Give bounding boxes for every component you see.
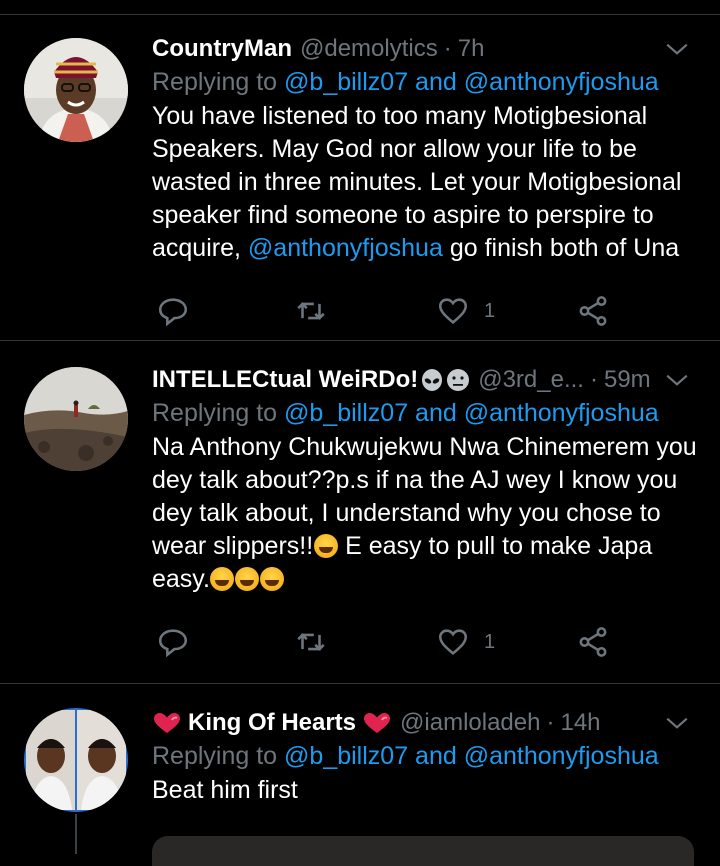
share-icon bbox=[579, 627, 607, 657]
alien-emoji-icon bbox=[422, 369, 443, 391]
tweet-text: You have listened to too many Motigbesio… bbox=[152, 100, 700, 265]
thread-line bbox=[75, 814, 77, 854]
replying-to: Replying to @b_billz07 and @anthonyfjosh… bbox=[152, 66, 700, 98]
chevron-down-icon[interactable] bbox=[664, 710, 690, 736]
display-name[interactable]: King Of Hearts bbox=[188, 708, 356, 738]
tweet-actions: 1 bbox=[152, 294, 622, 334]
share-icon bbox=[579, 296, 607, 326]
reply-user-link[interactable]: @anthonyfjoshua bbox=[464, 399, 659, 427]
replying-to: Replying to @b_billz07 and @anthonyfjosh… bbox=[152, 740, 700, 772]
display-name[interactable]: INTELLECtual WeiRDo! bbox=[152, 365, 418, 395]
chevron-down-icon[interactable] bbox=[664, 367, 690, 393]
user-handle[interactable]: @3rd_e... bbox=[478, 365, 584, 395]
chevron-down-icon[interactable] bbox=[664, 36, 690, 62]
reply-prefix: Replying to bbox=[152, 68, 278, 96]
tweet-header: King Of Hearts @iamloladeh · 14h bbox=[152, 708, 700, 738]
reply-and[interactable]: and bbox=[415, 68, 457, 96]
laughing-emoji-icon bbox=[210, 567, 235, 591]
like-icon bbox=[438, 298, 468, 324]
tweet-text: Beat him first bbox=[152, 774, 700, 807]
avatar[interactable] bbox=[24, 708, 128, 812]
reply-prefix: Replying to bbox=[152, 742, 278, 770]
display-name[interactable]: CountryMan bbox=[152, 34, 292, 64]
user-handle[interactable]: @demolytics bbox=[300, 34, 438, 64]
tweet-header: INTELLECtual WeiRDo! @3rd_e... · 59m bbox=[152, 365, 700, 395]
laughing-emoji-icon bbox=[313, 534, 338, 558]
reply-and[interactable]: and bbox=[415, 399, 457, 427]
separator-dot: · bbox=[443, 35, 452, 62]
heart-emoji-icon bbox=[364, 713, 391, 733]
user-handle[interactable]: @iamloladeh bbox=[400, 708, 540, 738]
retweet-icon bbox=[297, 633, 325, 651]
reply-user-link[interactable]: @b_billz07 bbox=[284, 68, 408, 96]
tweet-header: CountryMan @demolytics · 7h bbox=[152, 34, 700, 64]
like-count: 1 bbox=[484, 630, 496, 653]
avatar[interactable] bbox=[24, 38, 128, 142]
reply-user-link[interactable]: @anthonyfjoshua bbox=[464, 68, 659, 96]
timestamp[interactable]: 59m bbox=[604, 365, 651, 395]
reply-prefix: Replying to bbox=[152, 399, 278, 427]
tweet-actions: 1 bbox=[152, 625, 622, 665]
reply-user-link[interactable]: @b_billz07 bbox=[284, 399, 408, 427]
reply-user-link[interactable]: @b_billz07 bbox=[284, 742, 408, 770]
timestamp[interactable]: 14h bbox=[560, 708, 600, 738]
separator-dot: · bbox=[546, 709, 555, 736]
retweet-button[interactable] bbox=[294, 625, 328, 659]
reply-and[interactable]: and bbox=[415, 742, 457, 770]
avatar[interactable] bbox=[24, 367, 128, 471]
reply-button[interactable] bbox=[156, 625, 190, 659]
retweet-button[interactable] bbox=[294, 294, 328, 328]
retweet-icon bbox=[297, 302, 325, 320]
reply-icon bbox=[158, 629, 188, 658]
like-button[interactable]: 1 bbox=[436, 625, 495, 659]
share-button[interactable] bbox=[576, 294, 610, 328]
tweet-1[interactable]: CountryMan @demolytics · 7h Replying to … bbox=[0, 0, 720, 341]
reply-button[interactable] bbox=[156, 294, 190, 328]
heart-emoji-icon bbox=[154, 713, 180, 733]
tweet-content: King Of Hearts @iamloladeh · 14h Replyin… bbox=[152, 708, 700, 807]
timestamp[interactable]: 7h bbox=[458, 34, 485, 64]
tweet-media-image[interactable] bbox=[152, 836, 694, 866]
tweet-text: Na Anthony Chukwujekwu Nwa Chinemerem yo… bbox=[152, 431, 700, 596]
mention-link[interactable]: @anthonyfjoshua bbox=[248, 234, 443, 262]
reply-user-link[interactable]: @anthonyfjoshua bbox=[464, 742, 659, 770]
share-button[interactable] bbox=[576, 625, 610, 659]
laughing-emoji-icon bbox=[235, 567, 260, 591]
reply-icon bbox=[158, 298, 188, 327]
tweet-content: INTELLECtual WeiRDo! @3rd_e... · 59m Rep… bbox=[152, 365, 700, 596]
laughing-emoji-icon bbox=[260, 567, 285, 591]
tweet-content: CountryMan @demolytics · 7h Replying to … bbox=[152, 34, 700, 265]
like-button[interactable]: 1 bbox=[436, 294, 495, 328]
neutral-face-emoji-icon bbox=[447, 369, 470, 391]
replying-to: Replying to @b_billz07 and @anthonyfjosh… bbox=[152, 397, 700, 429]
tweet-text-part: go finish both of Una bbox=[442, 234, 680, 262]
like-icon bbox=[438, 629, 468, 655]
tweet-3[interactable]: King Of Hearts @iamloladeh · 14h Replyin… bbox=[0, 684, 720, 866]
separator-dot: · bbox=[589, 366, 598, 393]
tweet-2[interactable]: INTELLECtual WeiRDo! @3rd_e... · 59m Rep… bbox=[0, 341, 720, 684]
tweet-text-part: Beat him first bbox=[152, 776, 298, 804]
like-count: 1 bbox=[484, 299, 496, 322]
